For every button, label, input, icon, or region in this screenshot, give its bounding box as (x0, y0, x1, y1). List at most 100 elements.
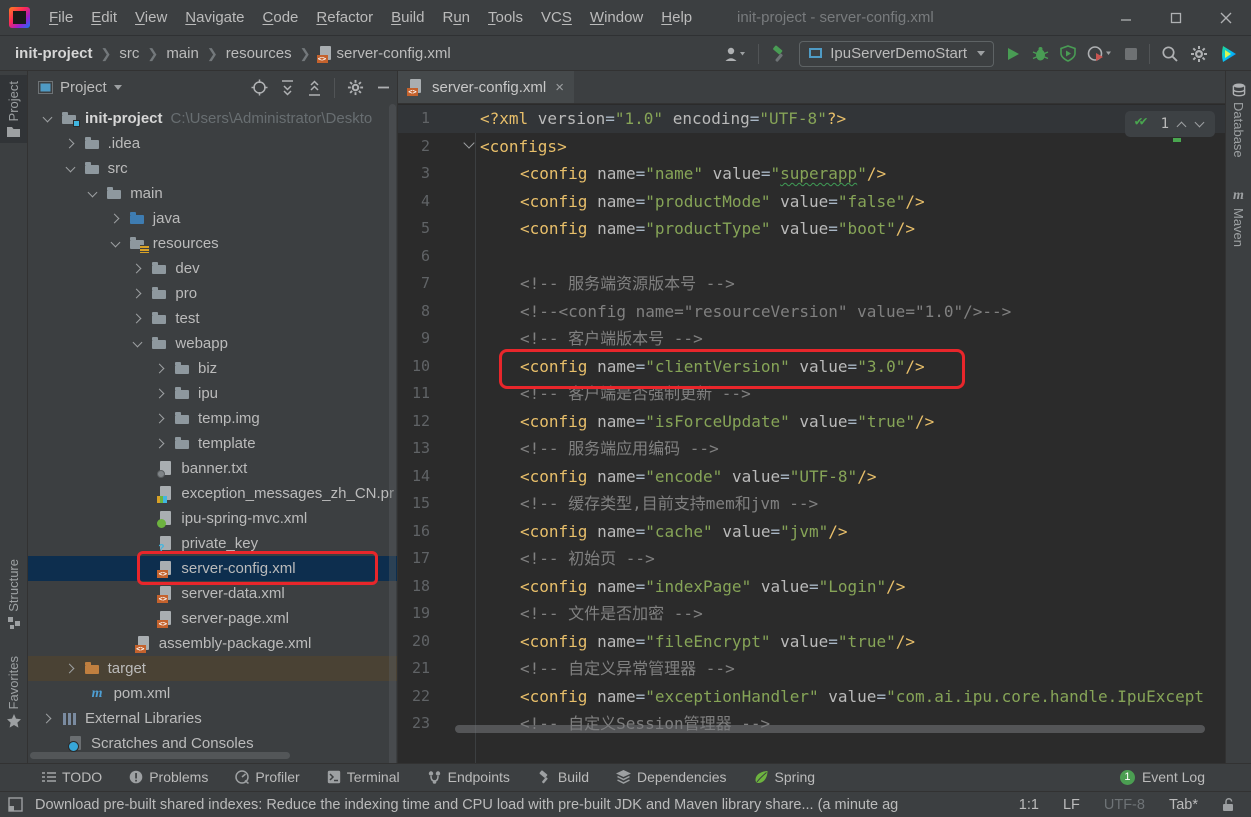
line-number[interactable]: 23 (398, 710, 430, 738)
menu-run[interactable]: Run (433, 3, 479, 32)
chevron-right-icon[interactable] (108, 211, 124, 227)
tree-vertical-scrollbar[interactable] (389, 104, 396, 763)
chevron-down-icon[interactable] (85, 186, 101, 202)
gutter-zone[interactable] (430, 380, 475, 408)
lock-icon[interactable] (1222, 797, 1235, 812)
tree-item-target[interactable]: target (28, 656, 397, 681)
tree-item-src[interactable]: src (28, 156, 397, 181)
debug-button[interactable] (1032, 45, 1049, 62)
close-icon[interactable] (1201, 0, 1251, 36)
line-number[interactable]: 19 (398, 600, 430, 628)
build-hammer-icon[interactable] (770, 45, 788, 63)
gutter-zone[interactable] (430, 463, 475, 491)
chevron-down-icon[interactable] (108, 236, 124, 252)
line-number[interactable]: 9 (398, 325, 430, 353)
chevron-right-icon[interactable] (130, 286, 146, 302)
tree-item-dev[interactable]: dev (28, 256, 397, 281)
chevron-right-icon[interactable] (130, 261, 146, 277)
status-item-utf-8[interactable]: UTF-8 (1104, 797, 1145, 813)
line-number[interactable]: 15 (398, 490, 430, 518)
menu-build[interactable]: Build (382, 3, 433, 32)
menu-refactor[interactable]: Refactor (307, 3, 382, 32)
tree-item-assembly-package-xml[interactable]: assembly-package.xml (28, 631, 397, 656)
toolwindow-button-todo[interactable]: TODO (42, 769, 102, 785)
gutter-zone[interactable] (430, 133, 475, 161)
line-number[interactable]: 3 (398, 160, 430, 188)
tree-item-main[interactable]: main (28, 181, 397, 206)
gutter-zone[interactable] (430, 215, 475, 243)
gutter-zone[interactable] (430, 408, 475, 436)
menu-code[interactable]: Code (254, 3, 308, 32)
tool-tab-favorites[interactable]: Favorites (0, 656, 27, 728)
line-number[interactable]: 20 (398, 628, 430, 656)
toolwindow-switcher-icon[interactable] (8, 797, 23, 812)
chevron-right-icon[interactable] (153, 361, 169, 377)
line-number[interactable]: 4 (398, 188, 430, 216)
error-stripe-mark[interactable] (1173, 138, 1181, 142)
tree-item-resources[interactable]: resources (28, 231, 397, 256)
line-number[interactable]: 7 (398, 270, 430, 298)
line-number[interactable]: 8 (398, 298, 430, 326)
prev-problem-icon[interactable] (1177, 119, 1187, 129)
tree-item-ipu-spring-mvc-xml[interactable]: ipu-spring-mvc.xml (28, 506, 397, 531)
line-number[interactable]: 17 (398, 545, 430, 573)
fold-marker-icon[interactable] (463, 137, 474, 148)
tree-item-biz[interactable]: biz (28, 356, 397, 381)
line-number[interactable]: 6 (398, 243, 430, 271)
gutter-zone[interactable] (430, 518, 475, 546)
chevron-down-icon[interactable] (40, 111, 56, 127)
menu-edit[interactable]: Edit (82, 3, 126, 32)
tree-horizontal-scrollbar[interactable] (30, 752, 290, 759)
profiler-run-button[interactable] (1087, 45, 1113, 62)
gutter-zone[interactable] (430, 573, 475, 601)
chevron-right-icon[interactable] (63, 136, 79, 152)
tree-item-external-libraries[interactable]: External Libraries (28, 706, 397, 731)
locate-file-icon[interactable] (251, 79, 268, 96)
chevron-down-icon[interactable] (63, 161, 79, 177)
gutter-zone[interactable] (430, 188, 475, 216)
tree-item-webapp[interactable]: webapp (28, 331, 397, 356)
breadcrumb-item[interactable]: resources (224, 45, 294, 62)
chevron-right-icon[interactable] (153, 386, 169, 402)
minimize-icon[interactable] (1101, 0, 1151, 36)
toolwindow-button-spring[interactable]: Spring (754, 769, 815, 785)
chevron-right-icon[interactable] (40, 711, 56, 727)
breadcrumb-item[interactable]: init-project (13, 45, 95, 62)
menu-help[interactable]: Help (652, 3, 701, 32)
chevron-down-icon[interactable] (130, 336, 146, 352)
expand-all-icon[interactable] (280, 80, 295, 96)
gutter-zone[interactable] (430, 490, 475, 518)
tree-item-java[interactable]: java (28, 206, 397, 231)
line-number[interactable]: 13 (398, 435, 430, 463)
breadcrumb-item[interactable]: server-config.xml (335, 45, 453, 62)
gutter-zone[interactable] (430, 655, 475, 683)
collapse-all-icon[interactable] (307, 80, 322, 96)
tree-item-test[interactable]: test (28, 306, 397, 331)
run-button[interactable] (1005, 46, 1021, 62)
chevron-right-icon[interactable] (130, 311, 146, 327)
gutter-zone[interactable] (430, 710, 475, 738)
tool-tab-database[interactable]: Database (1226, 83, 1251, 158)
tree-item-init-project[interactable]: init-projectC:\Users\Administrator\Deskt… (28, 106, 397, 131)
chevron-right-icon[interactable] (153, 411, 169, 427)
line-number[interactable]: 14 (398, 463, 430, 491)
line-number[interactable]: 5 (398, 215, 430, 243)
toolwindow-button-terminal[interactable]: Terminal (327, 769, 400, 785)
stop-button[interactable] (1124, 47, 1138, 61)
gutter-zone[interactable] (430, 105, 475, 133)
gutter-zone[interactable] (430, 683, 475, 711)
line-number[interactable]: 16 (398, 518, 430, 546)
status-item-lf[interactable]: LF (1063, 797, 1080, 813)
hide-panel-icon[interactable] (376, 80, 391, 95)
status-item-1-1[interactable]: 1:1 (1019, 797, 1039, 813)
tool-tab-project[interactable]: Project (0, 75, 27, 143)
settings-gear-icon[interactable] (1190, 45, 1208, 63)
project-panel-title[interactable]: Project (60, 79, 107, 96)
menu-navigate[interactable]: Navigate (176, 3, 253, 32)
editor-tab-server-config[interactable]: server-config.xml × (398, 71, 574, 103)
line-number[interactable]: 11 (398, 380, 430, 408)
maximize-icon[interactable] (1151, 0, 1201, 36)
tool-tab-maven[interactable]: m Maven (1226, 189, 1251, 247)
line-number[interactable]: 12 (398, 408, 430, 436)
status-item-tab-[interactable]: Tab* (1169, 797, 1198, 813)
